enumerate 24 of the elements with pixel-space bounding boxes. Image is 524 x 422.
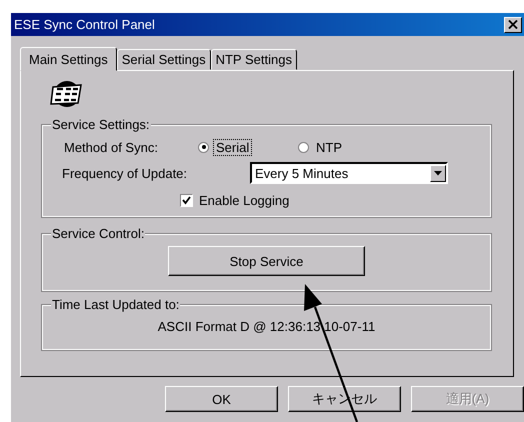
tab[interactable]: Main Settings [20,47,117,71]
stop-service-button[interactable]: Stop Service [168,246,365,276]
dialog-button[interactable]: OK [165,386,278,412]
field-label: Method of Sync: [64,140,159,154]
group-label: Service Control: [51,226,146,241]
checkbox-label[interactable]: Enable Logging [199,192,290,208]
radio-button[interactable] [198,142,209,152]
radio-button[interactable] [298,142,309,152]
tab[interactable]: Serial Settings [116,49,211,70]
window-title: ESE Sync Control Panel [14,17,155,32]
group-label: Time Last Updated to: [51,297,180,312]
radio-label[interactable]: Serial [213,138,252,156]
group-label: Service Settings: [51,117,151,132]
checkbox[interactable] [180,194,193,206]
field-label: Frequency of Update: [62,166,188,180]
last-updated-text: ASCII Format D @ 12:36:13 10-07-11 [158,319,376,334]
dropdown-button[interactable] [430,164,446,182]
close-button[interactable] [504,16,522,32]
tab[interactable]: NTP Settings [210,49,297,70]
frequency-dropdown[interactable]: Every 5 Minutes [250,162,448,184]
checkmark-icon [182,196,191,204]
caret-icon [434,170,442,176]
close-icon [508,20,518,29]
radio-label[interactable]: NTP [313,138,345,156]
